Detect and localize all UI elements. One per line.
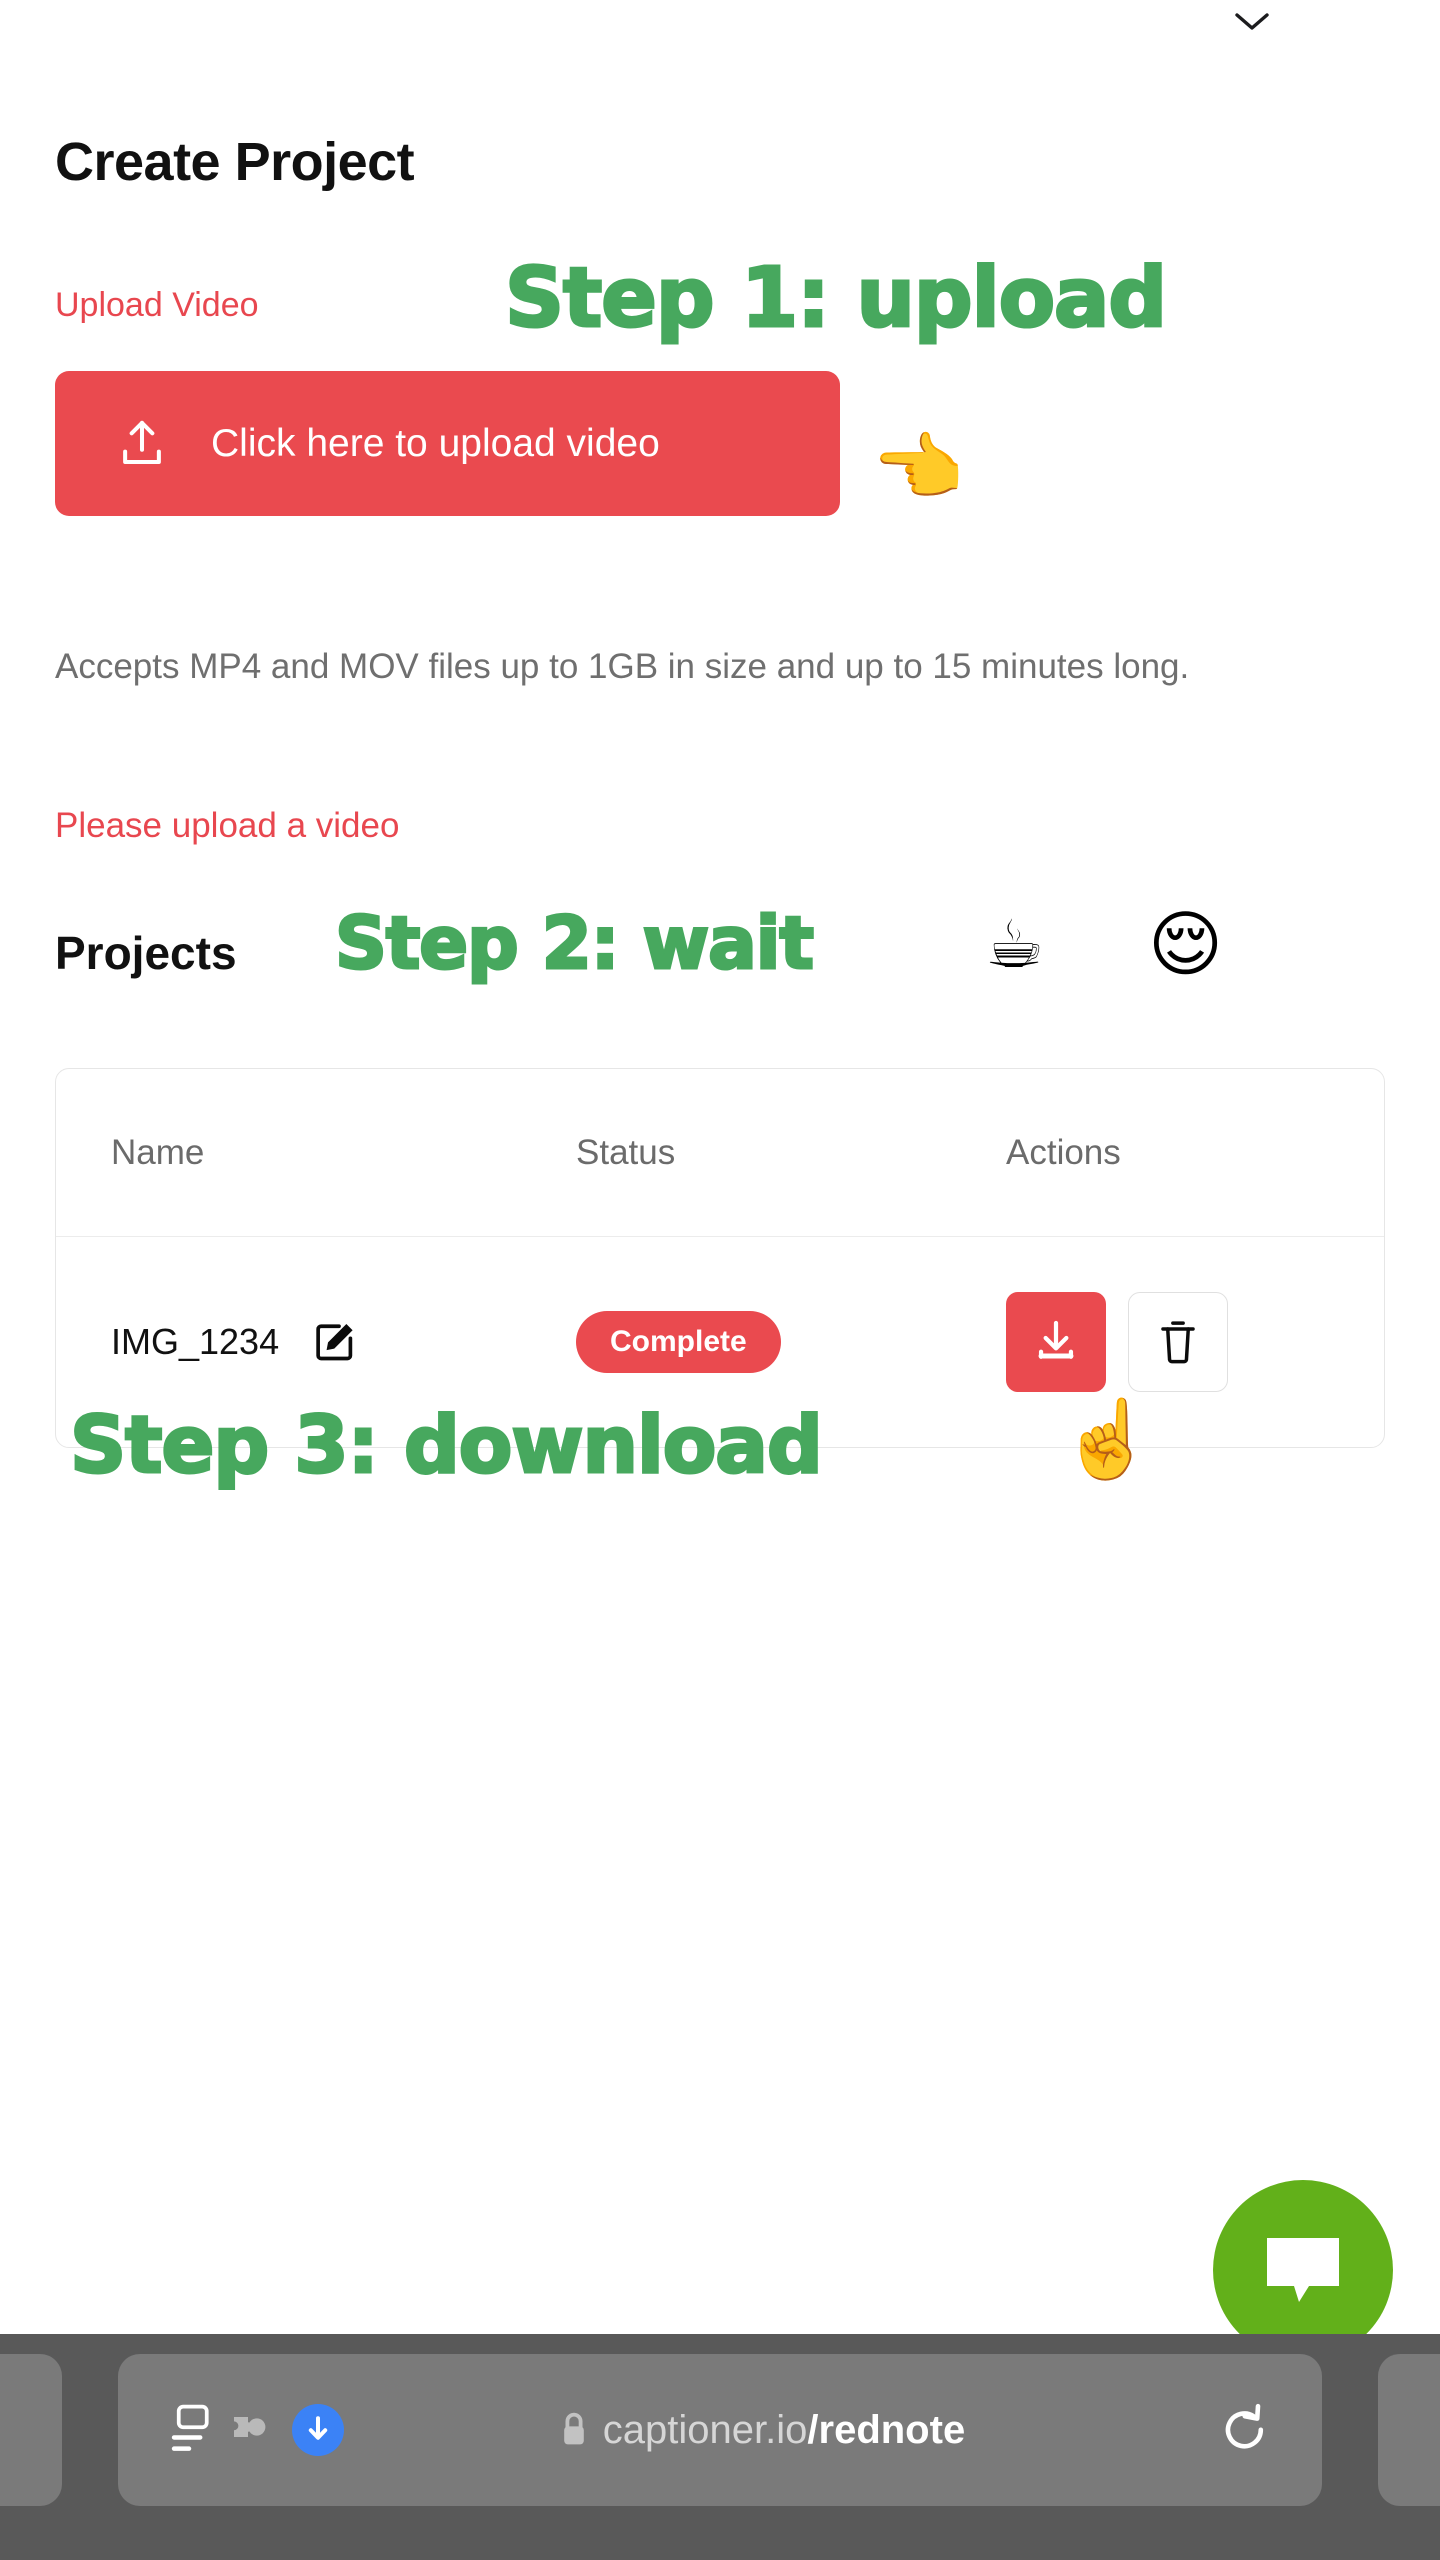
edit-pencil-icon (316, 1324, 353, 1361)
relieved-face-emoji: 😌 (1148, 902, 1224, 986)
chat-bubble-icon (1267, 2238, 1339, 2302)
url-domain: captioner.io (602, 2407, 808, 2452)
tab-next[interactable] (1378, 2354, 1440, 2506)
download-icon (1038, 1320, 1074, 1359)
chevron-down-icon[interactable] (1230, 6, 1274, 38)
upload-error-message: Please upload a video (55, 806, 400, 845)
coffee-emoji: ☕ (985, 906, 1045, 983)
annotation-step-2: Step 2: wait (334, 900, 816, 987)
cell-actions (1006, 1292, 1331, 1392)
reload-icon[interactable] (1220, 2403, 1270, 2457)
upload-helper-text: Accepts MP4 and MOV files up to 1GB in s… (55, 647, 1190, 686)
page-title: Create Project (55, 132, 415, 192)
status-badge: Complete (576, 1311, 781, 1373)
upload-video-button[interactable]: Click here to upload video (55, 371, 840, 516)
column-header-actions: Actions (1006, 1132, 1121, 1172)
url-text: captioner.io/rednote (603, 2408, 965, 2453)
browser-bottom-bar: captioner.io/rednote (0, 2334, 1440, 2560)
upload-button-label: Click here to upload video (211, 421, 660, 465)
table-header-row: Name Status Actions (56, 1069, 1384, 1237)
chat-widget-button[interactable] (1213, 2180, 1393, 2360)
reader-view-icon[interactable] (166, 2402, 212, 2458)
url-path: /rednote (807, 2407, 966, 2452)
url-field[interactable]: captioner.io/rednote (304, 2408, 1220, 2453)
delete-button[interactable] (1128, 1292, 1228, 1392)
address-bar[interactable]: captioner.io/rednote (118, 2354, 1322, 2506)
column-header-name: Name (111, 1132, 205, 1172)
upload-icon (123, 420, 161, 464)
page-content: Create Project Upload Video Click here t… (0, 46, 1440, 2360)
cell-name: IMG_1234 (56, 1320, 576, 1364)
table-row: IMG_1234 Complete (56, 1237, 1384, 1447)
puzzle-extension-icon[interactable] (226, 2407, 278, 2453)
address-bar-right-icons (1220, 2403, 1322, 2457)
download-button[interactable] (1006, 1292, 1106, 1392)
trash-icon (1161, 1321, 1195, 1364)
projects-table-card: Name Status Actions IMG_1234 Complete (55, 1068, 1385, 1448)
project-name: IMG_1234 (111, 1321, 280, 1362)
pointing-left-hand-emoji: 👈 (872, 425, 965, 511)
column-header-status: Status (576, 1132, 676, 1172)
projects-title: Projects (55, 927, 237, 979)
lock-icon (563, 2412, 584, 2445)
upload-video-label: Upload Video (55, 286, 259, 324)
annotation-step-1: Step 1: upload (503, 250, 1168, 348)
tab-previous[interactable] (0, 2354, 62, 2506)
browser-top-sliver (0, 0, 1440, 46)
cell-status: Complete (576, 1311, 1006, 1373)
